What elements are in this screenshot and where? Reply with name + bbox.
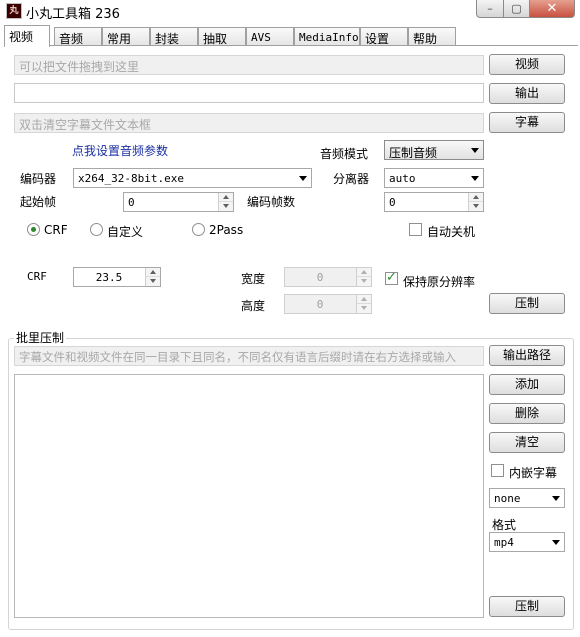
- tab-common[interactable]: 常用: [102, 27, 150, 46]
- splitter-select[interactable]: auto: [384, 168, 484, 188]
- chevron-down-icon: [552, 496, 560, 501]
- height-value: 0: [316, 298, 324, 311]
- tab-mux[interactable]: 封装: [150, 27, 198, 46]
- spin-buttons: [356, 295, 371, 313]
- tab-avs[interactable]: AVS: [246, 27, 294, 46]
- tab-panel-border: [4, 45, 578, 46]
- crf-value: 23.5: [95, 271, 123, 284]
- width-value: 0: [316, 271, 324, 284]
- frame-count-label: 编码帧数: [247, 195, 296, 209]
- subtitle-input-field[interactable]: 双击清空字幕文件文本框: [14, 113, 484, 133]
- tab-mediainfo[interactable]: MediaInfo: [294, 27, 360, 46]
- start-frame-value: 0: [128, 196, 135, 209]
- chevron-down-icon: [299, 176, 307, 181]
- spin-up-icon[interactable]: [357, 268, 371, 277]
- batch-hint-field[interactable]: 字幕文件和视频文件在同一目录下且同名，不同名仅有语言后缀时请在右方选择或输入: [14, 346, 484, 366]
- crf-spinbox[interactable]: 23.5: [73, 267, 161, 287]
- embed-subtitle-checkbox[interactable]: [491, 464, 504, 477]
- mode-2pass-label[interactable]: 2Pass: [209, 223, 243, 237]
- chevron-down-icon: [471, 148, 479, 153]
- spin-buttons: [468, 193, 483, 211]
- tab-extract[interactable]: 抽取: [198, 27, 246, 46]
- frame-count-spinbox[interactable]: 0: [384, 192, 484, 212]
- spin-down-icon[interactable]: [146, 277, 160, 286]
- add-button[interactable]: 添加: [489, 374, 565, 395]
- spin-buttons: [356, 268, 371, 286]
- encoder-select[interactable]: x264_32-8bit.exe: [73, 168, 312, 188]
- encode-button[interactable]: 压制: [489, 293, 565, 314]
- app-icon: 丸: [6, 3, 22, 19]
- mode-2pass-radio[interactable]: [192, 223, 205, 236]
- crf-label: CRF: [27, 270, 47, 283]
- clear-button[interactable]: 清空: [489, 432, 565, 453]
- width-label: 宽度: [241, 272, 266, 286]
- auto-shutdown-checkbox[interactable]: [409, 223, 422, 236]
- subtitle-language-select[interactable]: none: [489, 488, 565, 508]
- delete-button[interactable]: 删除: [489, 403, 565, 424]
- tab-settings[interactable]: 设置: [360, 27, 408, 46]
- close-button[interactable]: ✕: [529, 0, 575, 18]
- tab-audio[interactable]: 音频: [54, 27, 102, 46]
- spin-down-icon[interactable]: [357, 277, 371, 286]
- chevron-down-icon: [471, 176, 479, 181]
- output-path-button[interactable]: 输出路径: [489, 345, 565, 366]
- output-button[interactable]: 输出: [489, 83, 565, 104]
- embed-subtitle-label[interactable]: 内嵌字幕: [509, 464, 557, 481]
- audio-params-link[interactable]: 点我设置音频参数: [72, 142, 168, 159]
- spin-buttons: [145, 268, 160, 286]
- spin-down-icon[interactable]: [219, 202, 233, 211]
- spin-up-icon[interactable]: [146, 268, 160, 277]
- tab-video[interactable]: 视频: [4, 25, 50, 47]
- height-label: 高度: [241, 299, 266, 313]
- tab-help[interactable]: 帮助: [408, 27, 456, 46]
- format-select[interactable]: mp4: [489, 532, 565, 552]
- keep-resolution-checkbox[interactable]: [385, 270, 398, 285]
- spin-down-icon[interactable]: [469, 202, 483, 211]
- batch-encode-button[interactable]: 压制: [489, 596, 565, 617]
- subtitle-button[interactable]: 字幕: [489, 112, 565, 133]
- output-path-field[interactable]: [14, 83, 484, 103]
- batch-file-list[interactable]: [14, 374, 484, 618]
- chevron-down-icon: [552, 540, 560, 545]
- spin-down-icon[interactable]: [357, 304, 371, 313]
- frame-count-value: 0: [389, 196, 396, 209]
- mode-custom-radio[interactable]: [90, 223, 103, 236]
- mode-custom-label[interactable]: 自定义: [107, 223, 143, 240]
- start-frame-label: 起始帧: [20, 195, 57, 209]
- keep-resolution-label[interactable]: 保持原分辨率: [403, 273, 475, 290]
- subtitle-language-value: none: [494, 492, 521, 505]
- spin-up-icon[interactable]: [357, 295, 371, 304]
- spin-buttons: [218, 193, 233, 211]
- audio-mode-select[interactable]: 压制音频: [384, 140, 484, 160]
- splitter-value: auto: [389, 172, 416, 185]
- maximize-button[interactable]: ▢: [503, 0, 530, 18]
- encoder-value: x264_32-8bit.exe: [78, 172, 184, 185]
- window-title: 小丸工具箱 236: [26, 7, 120, 22]
- spin-up-icon[interactable]: [469, 193, 483, 202]
- start-frame-spinbox[interactable]: 0: [123, 192, 234, 212]
- splitter-label: 分离器: [333, 172, 370, 186]
- mode-crf-radio[interactable]: [27, 223, 40, 236]
- audio-mode-label: 音频模式: [320, 147, 369, 161]
- mode-crf-label[interactable]: CRF: [44, 223, 68, 237]
- format-label: 格式: [492, 518, 517, 532]
- batch-title: 批里压制: [14, 329, 67, 346]
- video-button[interactable]: 视频: [489, 54, 565, 75]
- width-spinbox[interactable]: 0: [284, 267, 372, 287]
- format-value: mp4: [494, 536, 514, 549]
- audio-mode-value: 压制音频: [389, 146, 438, 160]
- height-spinbox[interactable]: 0: [284, 294, 372, 314]
- minimize-button[interactable]: –: [476, 0, 504, 18]
- video-input-field[interactable]: 可以把文件拖拽到这里: [14, 55, 484, 75]
- encoder-label: 编码器: [20, 172, 57, 186]
- auto-shutdown-label[interactable]: 自动关机: [427, 223, 475, 240]
- spin-up-icon[interactable]: [219, 193, 233, 202]
